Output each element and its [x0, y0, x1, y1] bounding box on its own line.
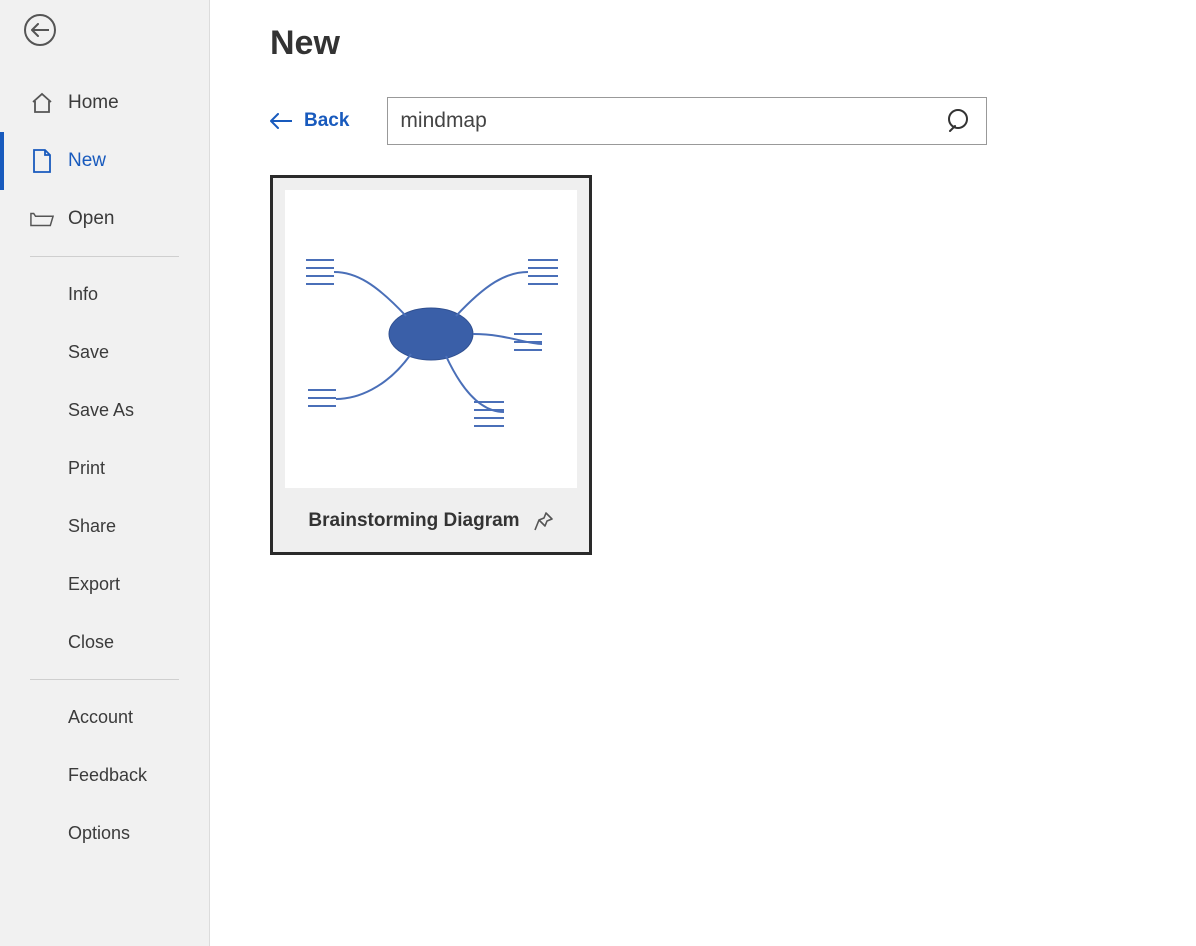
pin-icon[interactable] — [534, 511, 554, 531]
sidebar-item-label: Feedback — [68, 765, 147, 786]
sidebar-item-label: Close — [68, 632, 114, 653]
template-label: Brainstorming Diagram — [308, 510, 519, 532]
sidebar-item-share[interactable]: Share — [0, 497, 209, 555]
template-footer: Brainstorming Diagram — [285, 488, 577, 532]
sidebar-item-account[interactable]: Account — [0, 688, 209, 746]
sidebar-item-label: Home — [68, 92, 119, 114]
sidebar-divider — [30, 679, 179, 680]
page-title: New — [270, 24, 1196, 63]
sidebar-item-label: Account — [68, 707, 133, 728]
search-icon[interactable] — [946, 107, 974, 135]
sidebar-item-label: Open — [68, 208, 114, 230]
sidebar-item-label: New — [68, 150, 106, 172]
mindmap-preview-icon — [296, 224, 566, 454]
main-panel: New Back — [210, 0, 1196, 946]
sidebar-item-label: Print — [68, 458, 105, 479]
sidebar-item-save-as[interactable]: Save As — [0, 381, 209, 439]
sidebar-item-options[interactable]: Options — [0, 804, 209, 862]
sidebar-item-label: Export — [68, 574, 120, 595]
sidebar-item-save[interactable]: Save — [0, 323, 209, 381]
back-button[interactable] — [24, 14, 56, 46]
template-search-input[interactable] — [400, 109, 946, 133]
folder-open-icon — [30, 207, 54, 231]
sidebar-item-open[interactable]: Open — [0, 190, 209, 248]
sidebar-item-feedback[interactable]: Feedback — [0, 746, 209, 804]
sidebar-item-label: Save — [68, 342, 109, 363]
sidebar-divider — [30, 256, 179, 257]
arrow-left-icon — [270, 113, 292, 129]
search-row: Back — [270, 97, 1196, 145]
sidebar-item-home[interactable]: Home — [0, 74, 209, 132]
sidebar-item-label: Save As — [68, 400, 134, 421]
backstage-sidebar: Home New Open Info Save Save As Print Sh… — [0, 0, 210, 946]
new-document-icon — [30, 149, 54, 173]
sidebar-item-label: Info — [68, 284, 98, 305]
arrow-left-icon — [31, 23, 49, 37]
sidebar-item-label: Options — [68, 823, 130, 844]
sidebar-item-export[interactable]: Export — [0, 555, 209, 613]
sidebar-item-label: Share — [68, 516, 116, 537]
sidebar-item-new[interactable]: New — [0, 132, 209, 190]
sidebar-item-close[interactable]: Close — [0, 613, 209, 671]
template-preview — [285, 190, 577, 488]
template-tile-brainstorming[interactable]: Brainstorming Diagram — [270, 175, 592, 555]
back-link-label: Back — [304, 110, 349, 132]
sidebar-item-print[interactable]: Print — [0, 439, 209, 497]
template-search-box — [387, 97, 987, 145]
back-link[interactable]: Back — [270, 110, 349, 132]
home-icon — [30, 91, 54, 115]
sidebar-item-info[interactable]: Info — [0, 265, 209, 323]
